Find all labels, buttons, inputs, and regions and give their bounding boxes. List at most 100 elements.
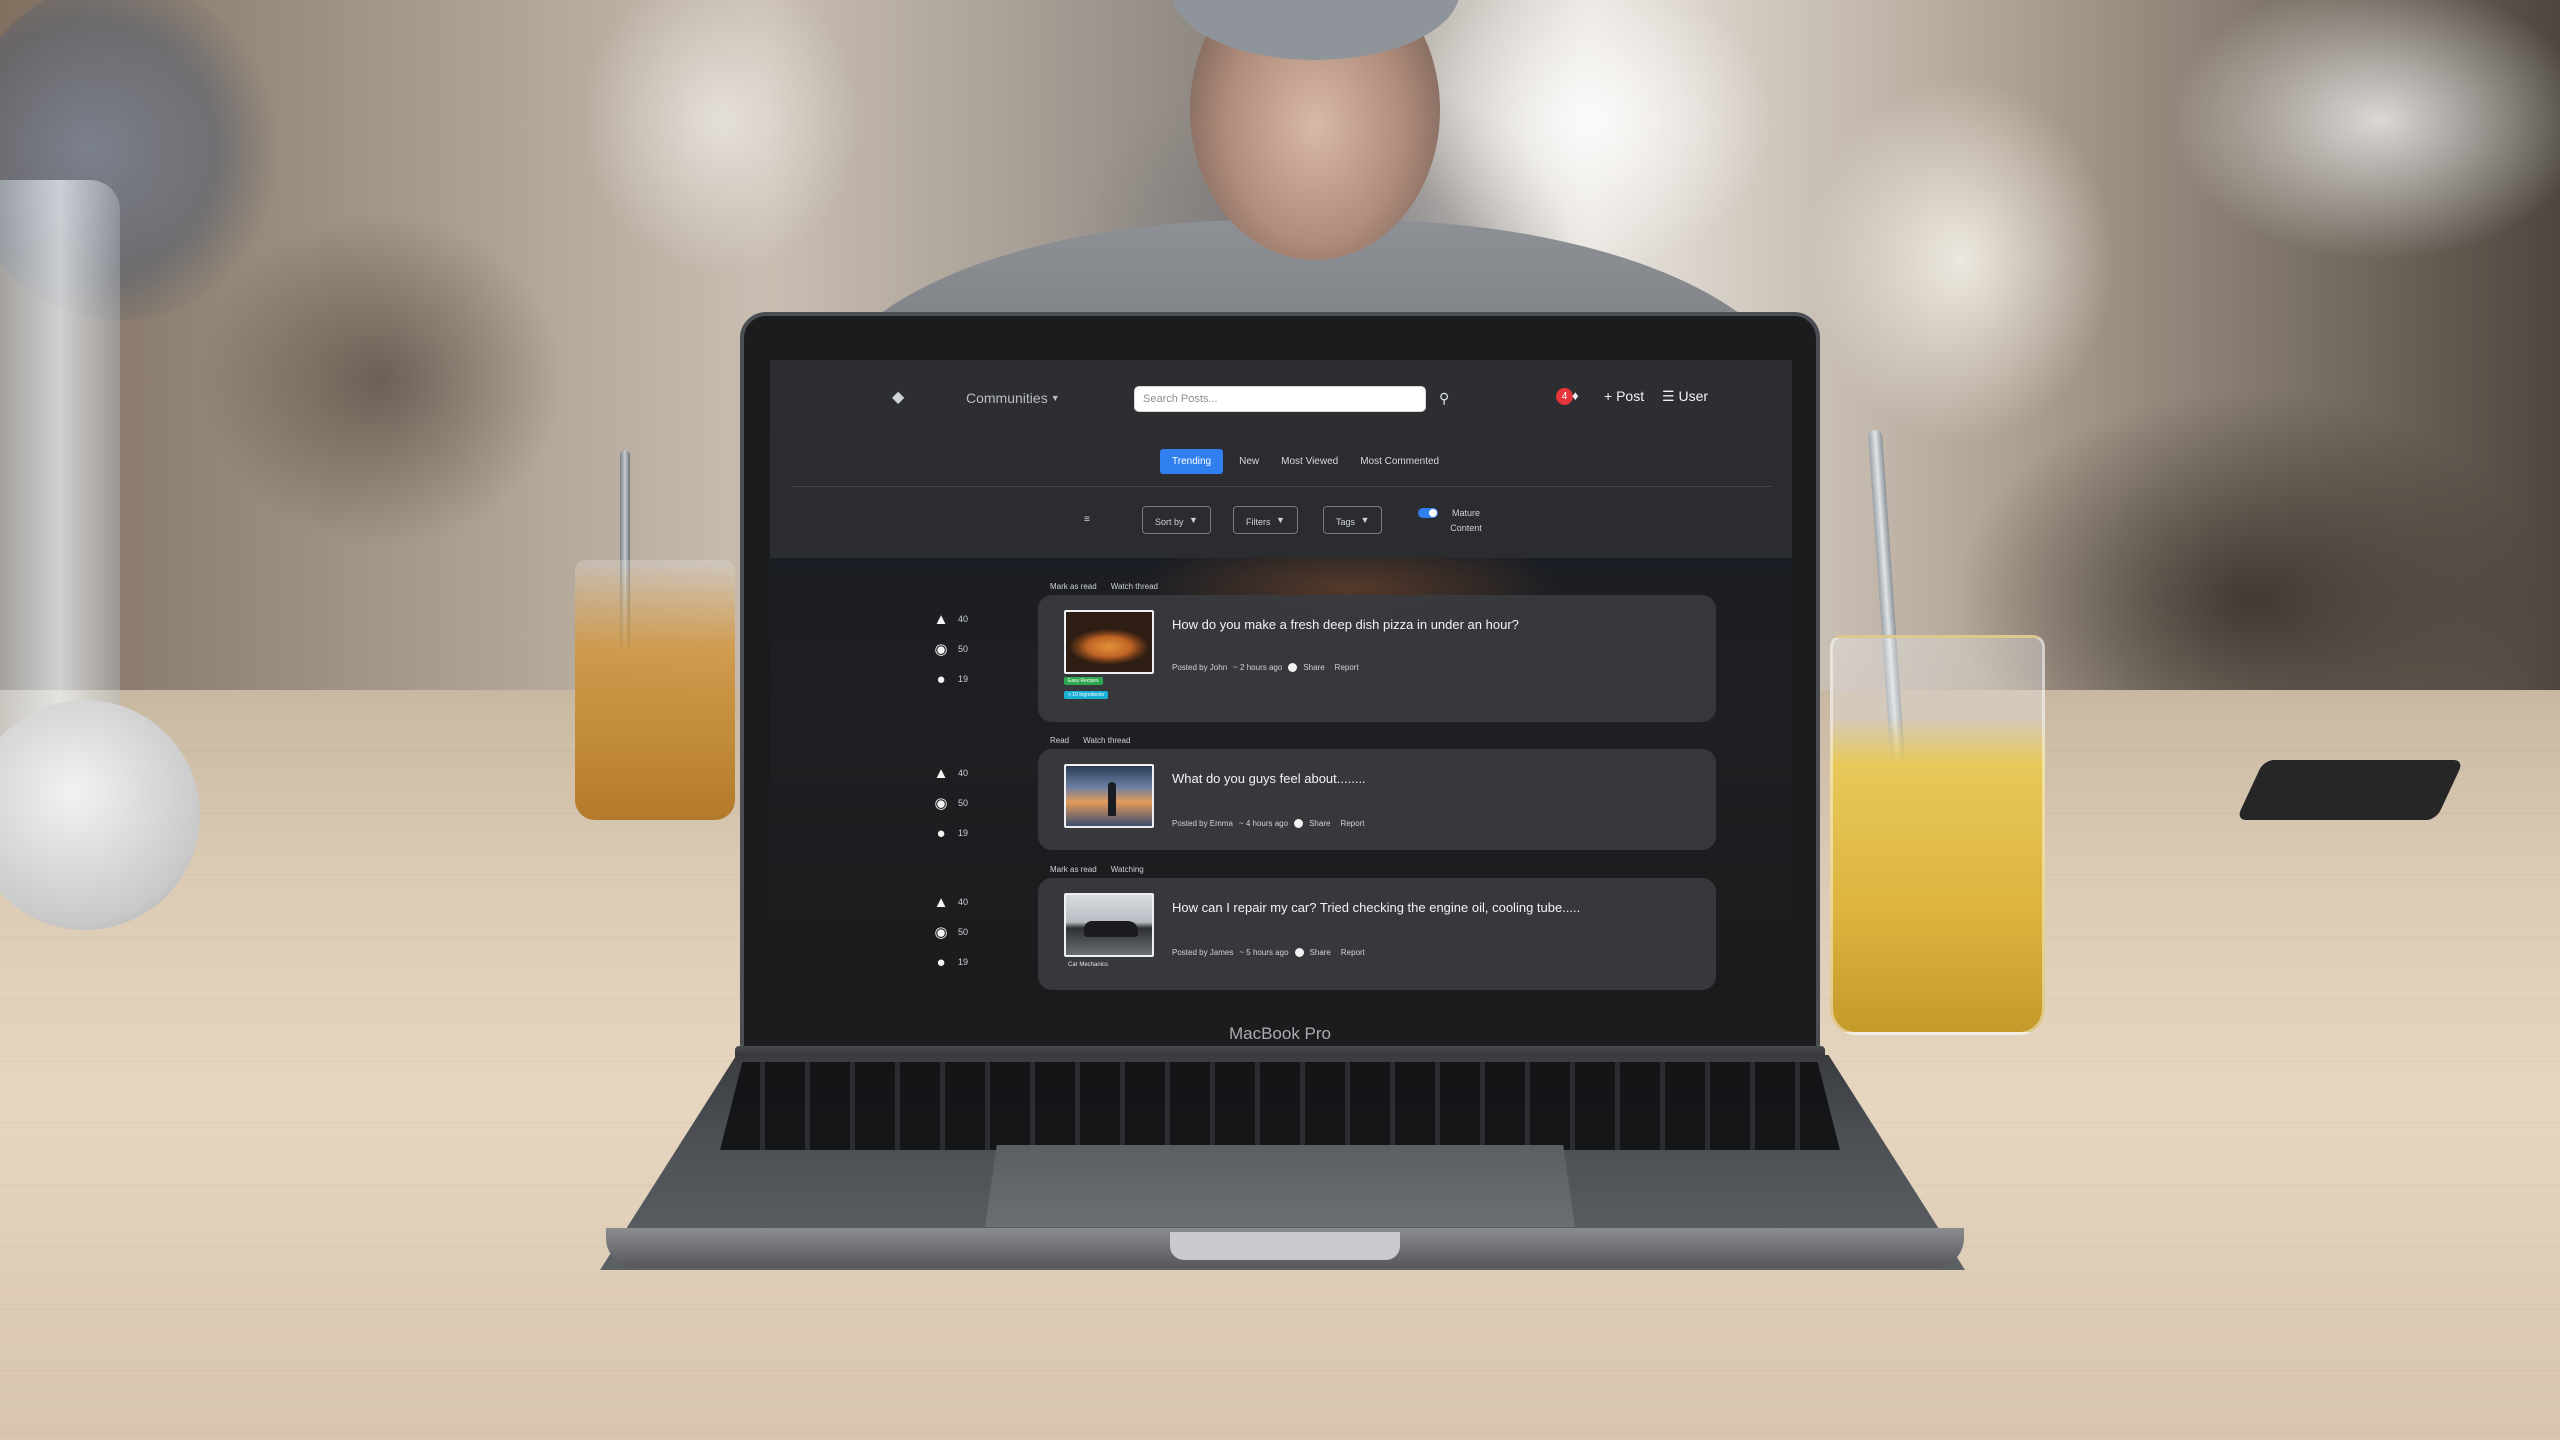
feed-tabs: Trending New Most Viewed Most Commented [1160,448,1445,474]
post-time: ~ 4 hours ago [1238,819,1289,828]
post-meta: Posted by Emma ~ 4 hours ago Share Repor… [1172,819,1364,828]
filters-label: Filters [1246,517,1271,527]
chevron-down-icon: ▼ [1050,393,1060,403]
sort-by-dropdown[interactable]: Sort by ▼ [1142,506,1211,534]
tab-trending[interactable]: Trending [1160,448,1224,474]
watch-thread-link[interactable]: Watch thread [1083,736,1130,745]
post-actions: Mark as read Watch thread [1050,582,1158,591]
mature-content-label: Mature Content [1450,508,1482,533]
post-label: Post [1616,388,1645,404]
post-title[interactable]: How do you make a fresh deep dish pizza … [1172,617,1519,632]
chevron-down-icon: ▼ [1189,515,1198,525]
post-actions: Read Watch thread [1050,736,1130,745]
mature-content-toggle[interactable] [1418,508,1438,518]
eye-icon: ◉ [934,795,948,812]
search-input[interactable] [1134,386,1426,412]
likes-stat[interactable]: ▲ 40 [932,604,982,634]
car-silhouette [1084,921,1138,937]
tab-most-viewed[interactable]: Most Viewed [1275,449,1344,474]
eye-icon: ◉ [934,924,948,941]
glass-vase [0,180,120,740]
left-drink-glass [575,560,735,820]
comments-stat[interactable]: ● 19 [932,947,982,977]
tags-dropdown[interactable]: Tags ▼ [1323,506,1383,534]
watching-link[interactable]: Watching [1111,865,1144,874]
filter-bar: ≡ Sort by ▼ Filters ▼ Tags ▼ Mature Cont… [770,502,1792,536]
views-stat: ◉ 50 [932,917,982,947]
laptop-screen: ◆ Communities▼ ⚲ 4 ♦ + Post ☰ User Trend… [770,360,1792,1010]
tag-label[interactable]: Car Mechanics [1068,962,1108,968]
post-thumbnail[interactable] [1064,893,1154,957]
read-link[interactable]: Read [1050,736,1069,745]
thumbs-up-icon: ▲ [933,610,949,628]
comments-stat[interactable]: ● 19 [932,664,982,694]
report-link[interactable]: Report [1335,663,1359,672]
tabs-divider [792,486,1772,487]
post-title[interactable]: What do you guys feel about........ [1172,771,1366,786]
filters-dropdown[interactable]: Filters ▼ [1233,506,1298,534]
logo-icon[interactable]: ◆ [892,390,908,406]
post-card[interactable]: Car Mechanics How can I repair my car? T… [1038,878,1716,990]
mark-as-read-link[interactable]: Mark as read [1050,865,1097,874]
post-thumbnail[interactable] [1064,610,1154,674]
post-stats: ▲ 40 ◉ 50 ● 19 [932,758,982,848]
post-card[interactable]: Easy Recipes < 10 Ingredients How do you… [1038,595,1716,722]
post-author: Posted by James [1172,948,1234,957]
share-link[interactable]: Share [1310,948,1331,957]
share-link[interactable]: Share [1303,663,1324,672]
like-count: 40 [958,614,969,624]
post-meta: Posted by John ~ 2 hours ago Share Repor… [1172,663,1359,672]
eye-icon: ◉ [934,641,948,658]
trackpad [985,1145,1575,1227]
tag-badge[interactable]: Easy Recipes [1064,677,1103,685]
post-card[interactable]: What do you guys feel about........ Post… [1038,749,1716,850]
share-link[interactable]: Share [1309,819,1330,828]
thumbs-up-icon: ▲ [933,764,949,782]
report-link[interactable]: Report [1340,819,1364,828]
comments-stat[interactable]: ● 19 [932,818,982,848]
post-item: Mark as read Watching ▲ 40 ◉ 50 ● 19 Car Me… [770,865,1792,995]
post-time: ~ 5 hours ago [1239,948,1289,957]
likes-stat[interactable]: ▲ 40 [932,758,982,788]
report-link[interactable]: Report [1341,948,1365,957]
post-actions: Mark as read Watching [1050,865,1144,874]
search-icon[interactable]: ⚲ [1439,390,1455,406]
post-thumbnail[interactable] [1064,764,1154,828]
post-meta: Posted by James ~ 5 hours ago Share Repo… [1172,948,1365,957]
chevron-down-icon: ▼ [1360,515,1370,525]
views-stat: ◉ 50 [932,634,982,664]
top-navbar: ◆ Communities▼ ⚲ 4 ♦ + Post ☰ User [770,360,1792,432]
view-count: 50 [958,798,969,808]
notifications-button[interactable]: 4 ♦ [1556,388,1596,408]
likes-stat[interactable]: ▲ 40 [932,887,982,917]
list-icon[interactable]: ≡ [1084,514,1090,525]
post-author: Posted by Emma [1172,819,1233,828]
person-silhouette [1108,782,1116,816]
post-stats: ▲ 40 ◉ 50 ● 19 [932,604,982,694]
comment-count: 19 [958,674,969,684]
tab-most-commented[interactable]: Most Commented [1354,449,1445,474]
right-drink-glass [1830,635,2045,1035]
like-count: 40 [958,897,969,907]
post-stats: ▲ 40 ◉ 50 ● 19 [932,887,982,977]
communities-dropdown[interactable]: Communities ▼ [966,390,1060,406]
notification-count-badge: 4 [1556,388,1573,405]
photo-scene: MacBook Pro ◆ Communities▼ ⚲ 4 ♦ + Post … [0,0,2560,1440]
mark-as-read-link[interactable]: Mark as read [1050,582,1097,591]
smartphone [2236,760,2464,820]
share-icon [1294,819,1304,828]
chevron-down-icon: ▼ [1276,515,1285,525]
thumbs-up-icon: ▲ [933,893,949,911]
post-item: Read Watch thread ▲ 40 ◉ 50 ● 19 What do yo… [770,736,1792,850]
post-author: Posted by John [1172,663,1228,672]
tab-new[interactable]: New [1233,449,1265,474]
comment-icon: ● [936,824,946,842]
comment-icon: ● [936,953,946,971]
new-post-button[interactable]: + Post [1604,388,1644,404]
lid-notch [1170,1232,1400,1260]
user-menu-button[interactable]: ☰ User [1662,388,1708,405]
user-label: User [1678,388,1709,404]
post-title[interactable]: How can I repair my car? Tried checking … [1172,900,1580,915]
tag-badge[interactable]: < 10 Ingredients [1064,691,1108,699]
watch-thread-link[interactable]: Watch thread [1111,582,1158,591]
